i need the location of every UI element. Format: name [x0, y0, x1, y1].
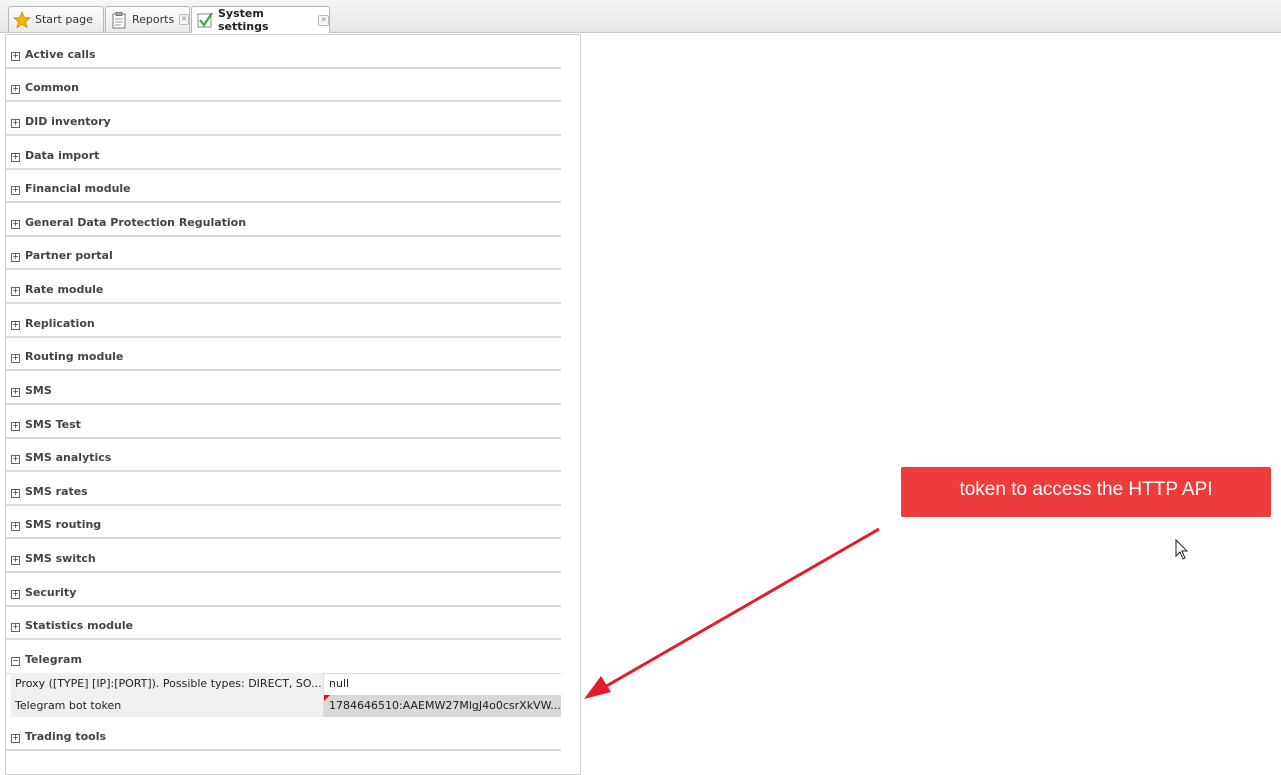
mouse-cursor-icon: [1175, 538, 1189, 560]
